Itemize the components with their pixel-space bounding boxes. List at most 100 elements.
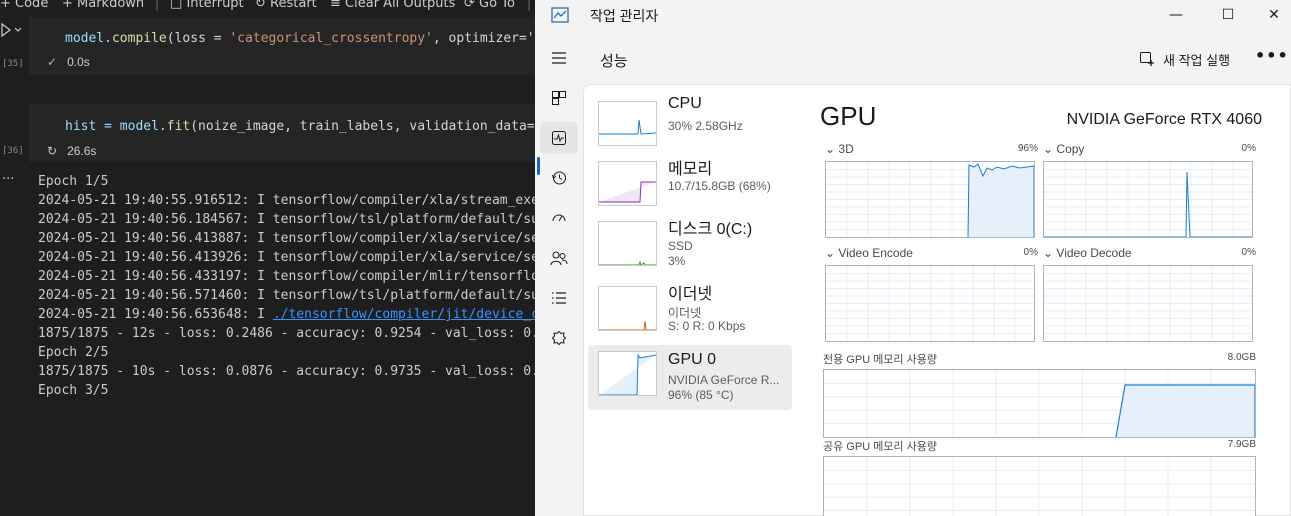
resource-detail: SSD xyxy=(668,239,693,253)
engine-label: Video Decode xyxy=(1056,246,1132,260)
nav-performance[interactable] xyxy=(540,122,578,154)
cell-code[interactable]: hist = model.fit(noize_image, train_labe… xyxy=(65,119,535,134)
clear-label: Clear All Outputs xyxy=(345,0,456,11)
code-token: fit xyxy=(166,119,191,134)
toolbar-divider: | xyxy=(527,0,532,11)
nav-startup-apps[interactable] xyxy=(540,202,578,234)
graph-3d xyxy=(825,161,1035,238)
output-line: 2024-05-21 19:40:55.916512: I tensorflow… xyxy=(38,193,535,208)
engine-max: 96% xyxy=(1017,143,1038,154)
chevron-down-icon: ⌄ xyxy=(825,246,836,260)
nav-services[interactable] xyxy=(540,322,578,354)
task-manager-app-icon xyxy=(551,7,569,23)
nav-users[interactable] xyxy=(540,242,578,274)
graph-dedicated-memory xyxy=(823,369,1256,438)
output-line: 2024-05-21 19:40:56.413887: I tensorflow… xyxy=(38,231,535,246)
resource-detail: 10.7/15.8GB (68%) xyxy=(668,179,771,193)
more-options-button[interactable]: ••• xyxy=(1255,46,1289,65)
restart-button[interactable]: ↻ Restart xyxy=(255,0,317,11)
resource-item-cpu[interactable]: CPU 30% 2.58GHz xyxy=(588,95,792,159)
cell-code[interactable]: model.compile(loss = 'categorical_crosse… xyxy=(65,31,535,46)
success-check-icon: ✓ xyxy=(47,55,58,69)
output-line: 2024-05-21 19:40:56.433197: I tensorflow… xyxy=(38,269,535,284)
code-cell[interactable]: hist = model.fit(noize_image, train_labe… xyxy=(30,104,535,162)
users-icon xyxy=(550,251,568,266)
output-link[interactable]: ./tensorflow/compiler/jit/device_co xyxy=(273,307,535,322)
resource-name: 이더넷 xyxy=(668,286,713,303)
gpu-title: GPU xyxy=(820,101,877,131)
code-token: model. xyxy=(65,31,112,46)
resource-name: 디스크 0(C:) xyxy=(668,221,753,238)
add-code-cell-button[interactable]: + Code xyxy=(0,0,48,11)
cpu-mini-graph xyxy=(598,101,657,146)
dedicated-memory-label: 전용 GPU 메모리 사용량 xyxy=(823,354,937,366)
cell-status: ↻ 26.6s xyxy=(47,144,96,158)
output-line: 2024-05-21 19:40:56.184567: I tensorflow… xyxy=(38,212,535,227)
cell-duration: 26.6s xyxy=(67,144,97,158)
task-manager-window: 작업 관리자 — ☐ ✕ 성능 새 작업 실행 ••• CPU 30% 2.58… xyxy=(535,0,1291,516)
close-button[interactable]: ✕ xyxy=(1251,0,1291,30)
maximize-button[interactable]: ☐ xyxy=(1205,0,1251,30)
execution-count: [35] xyxy=(2,59,24,69)
minimize-icon: — xyxy=(1169,7,1183,23)
speedometer-icon xyxy=(552,214,566,222)
engine-selector-3d[interactable]: ⌄ 3D xyxy=(825,142,854,156)
output-line: Epoch 2/5 xyxy=(38,345,109,360)
add-markdown-cell-button[interactable]: + Markdown xyxy=(62,0,144,11)
run-task-label: 새 작업 실행 xyxy=(1163,52,1231,68)
cell-output: Epoch 1/5 2024-05-21 19:40:55.916512: I t… xyxy=(38,172,535,400)
code-token: (loss = xyxy=(166,31,230,46)
output-line: 2024-05-21 19:40:56.571460: I tensorflow… xyxy=(38,288,535,303)
resource-item-ethernet[interactable]: 이더넷 이더넷 S: 0 R: 0 Kbps xyxy=(588,280,792,344)
gpu-mini-graph xyxy=(598,351,657,396)
graph-copy xyxy=(1043,161,1253,238)
output-line: 1875/1875 - 10s - loss: 0.0876 - accurac… xyxy=(38,364,535,379)
navigation-rail xyxy=(535,32,583,516)
resource-detail: 30% 2.58GHz xyxy=(668,119,743,133)
interrupt-button[interactable]: □ Interrupt xyxy=(170,0,244,11)
nav-details[interactable] xyxy=(540,282,578,314)
resource-item-gpu[interactable]: GPU 0 NVIDIA GeForce R... 96% (85 °C) xyxy=(588,345,792,410)
page-header: 성능 새 작업 실행 ••• xyxy=(583,32,1291,84)
run-new-task-button[interactable]: 새 작업 실행 xyxy=(1139,48,1230,70)
interrupt-label: Interrupt xyxy=(186,0,244,11)
maximize-icon: ☐ xyxy=(1221,7,1235,23)
engine-selector-video-decode[interactable]: ⌄ Video Decode xyxy=(1043,246,1132,260)
title-bar[interactable]: 작업 관리자 — ☐ ✕ xyxy=(535,0,1291,32)
disk-mini-graph xyxy=(598,221,657,266)
goto-label: Go To xyxy=(479,0,515,11)
engine-selector-copy[interactable]: ⌄ Copy xyxy=(1043,142,1084,156)
engine-max: 0% xyxy=(1023,247,1038,258)
engine-label: Copy xyxy=(1056,142,1085,156)
run-cell-icon[interactable] xyxy=(1,23,23,37)
cell-status: ✓ 0.0s xyxy=(47,55,90,69)
code-token: , optimizer='a xyxy=(432,31,535,46)
nav-processes[interactable] xyxy=(540,82,578,114)
nav-app-history[interactable] xyxy=(540,162,578,194)
restart-icon: ↻ xyxy=(255,0,266,11)
goto-button[interactable]: ⟳ Go To xyxy=(464,0,515,11)
memory-mini-graph xyxy=(598,161,657,206)
close-icon: ✕ xyxy=(1268,7,1280,23)
window-title: 작업 관리자 xyxy=(590,8,659,24)
engine-selector-video-encode[interactable]: ⌄ Video Encode xyxy=(825,246,913,260)
output-text: 2024-05-21 19:40:56.653648: I xyxy=(38,307,273,322)
resource-item-disk[interactable]: 디스크 0(C:) SSD 3% xyxy=(588,215,792,279)
output-line: 1875/1875 - 12s - loss: 0.2486 - accurac… xyxy=(38,326,535,341)
resource-name: GPU 0 xyxy=(668,351,717,368)
run-task-icon xyxy=(1140,52,1154,66)
goto-icon: ⟳ xyxy=(464,0,475,11)
clear-outputs-button[interactable]: ≡ Clear All Outputs xyxy=(330,0,455,11)
performance-icon xyxy=(552,131,566,145)
minimize-button[interactable]: — xyxy=(1153,0,1199,30)
page-title: 성능 xyxy=(600,53,628,70)
resource-name: 메모리 xyxy=(668,161,713,178)
output-line: Epoch 3/5 xyxy=(38,383,109,398)
output-menu-icon[interactable]: ... xyxy=(2,168,14,183)
menu-button[interactable] xyxy=(540,42,578,74)
code-cell[interactable]: model.compile(loss = 'categorical_crosse… xyxy=(30,17,535,75)
chevron-down-icon: ⌄ xyxy=(1043,246,1054,260)
graph-video-decode xyxy=(1043,265,1253,342)
resource-item-memory[interactable]: 메모리 10.7/15.8GB (68%) xyxy=(588,155,792,219)
engine-max: 0% xyxy=(1241,247,1256,258)
